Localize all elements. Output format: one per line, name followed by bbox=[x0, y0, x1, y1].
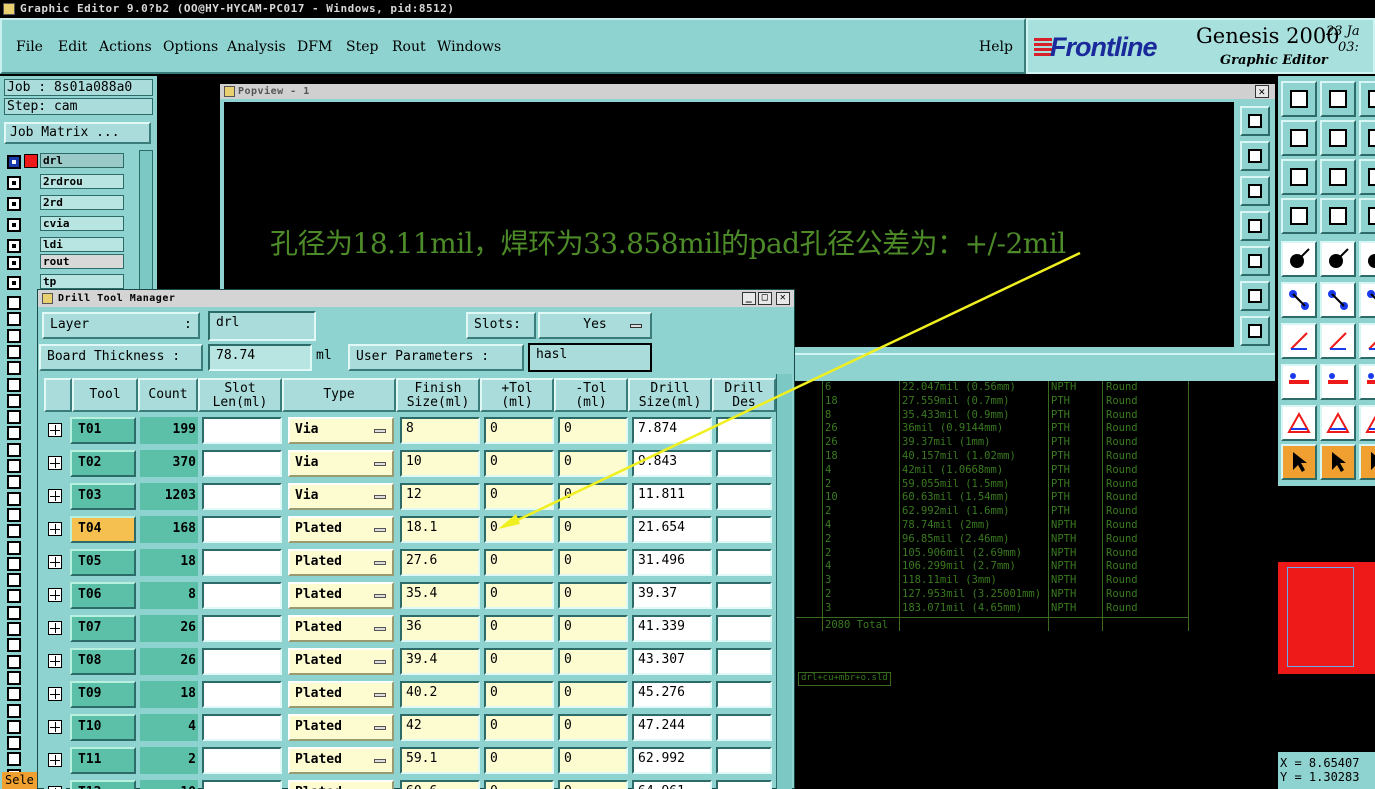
arrow-line bbox=[502, 251, 1081, 529]
annotation-arrow bbox=[498, 251, 1081, 529]
arrow-head bbox=[498, 514, 520, 529]
